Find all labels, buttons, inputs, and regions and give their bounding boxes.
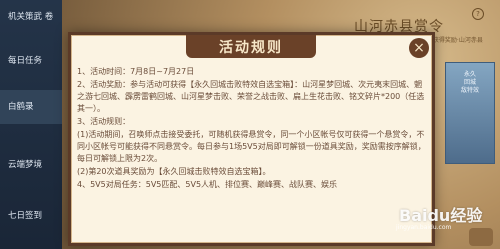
sidebar-item-white-crane[interactable]: 白鹤录: [0, 90, 62, 124]
sidebar-item-mechanism[interactable]: 机关策武 卷: [0, 0, 62, 34]
sidebar-item-label: 七日签到: [8, 211, 43, 221]
rule-line-1: 1、活动时间：7月8日~7月27日: [77, 67, 195, 76]
sidebar-item-label: 云端梦境: [8, 160, 43, 170]
rule-line-3: 3、活动规则：: [77, 117, 131, 126]
rules-dialog: 活动规则 × 1、活动时间：7月8日~7月27日 2、活动奖励：参与活动可获得【…: [68, 32, 435, 246]
baidu-watermark: Baidu经验: [399, 206, 483, 225]
rules-content: 1、活动时间：7月8日~7月27日 2、活动奖励：参与活动可获得【永久回城击败特…: [77, 66, 429, 244]
dialog-title-banner: 活动规则: [186, 35, 316, 58]
corner-decoration: [469, 228, 493, 246]
baidu-watermark-url: jingyan.baidu.com: [396, 224, 452, 231]
sidebar-item-label: 机关策武 卷: [8, 12, 54, 22]
sidebar: 机关策武 卷 每日任务 白鹤录 云端梦境 七日签到: [0, 0, 63, 249]
reward-chest-label: 永久 回城 敌特效: [460, 71, 479, 94]
help-icon[interactable]: ?: [472, 8, 484, 20]
sidebar-item-seven-day-checkin[interactable]: 七日签到: [0, 199, 62, 233]
rule-line-5: (2)第20次道具奖励为【永久回城击败特效自选宝箱】。: [77, 167, 271, 176]
sidebar-item-daily-tasks[interactable]: 每日任务: [0, 44, 62, 78]
rule-line-4: (1)活动期间，召唤师点击接受委托，可随机获得悬赏令，同一个小区帐号仅可获得一个…: [77, 130, 426, 163]
sidebar-item-cloud-dream[interactable]: 云端梦境: [0, 148, 62, 182]
rule-line-2: 2、活动奖励：参与活动可获得【永久回城击败特效自选宝箱】：山河星梦回城、次元夷末…: [77, 80, 425, 113]
reward-chest-card[interactable]: 永久 回城 敌特效: [445, 62, 495, 164]
dialog-title: 活动规则: [219, 40, 283, 56]
sidebar-item-label: 白鹤录: [8, 102, 34, 112]
close-button[interactable]: ×: [409, 38, 429, 58]
sidebar-item-label: 每日任务: [8, 56, 43, 66]
rule-line-6: 4、5V5对局任务：5V5匹配、5V5人机、排位赛、巅峰赛、战队赛、娱乐: [77, 180, 338, 189]
